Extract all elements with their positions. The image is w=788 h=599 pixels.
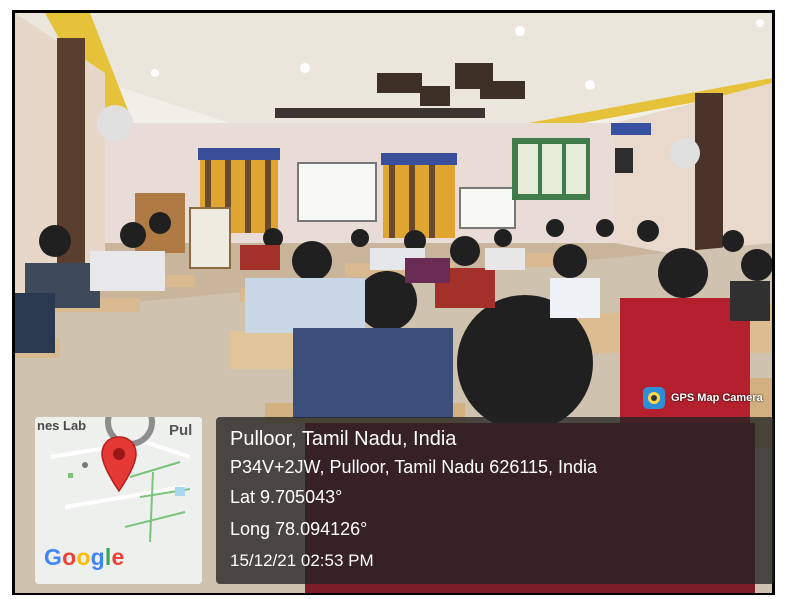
place-name: Pulloor, Tamil Nadu, India [230,428,457,450]
full-address: P34V+2JW, Pulloor, Tamil Nadu 626115, In… [230,457,598,477]
map-label-right: Pul [169,422,193,439]
map-thumbnail: nes Lab Pul Google [35,417,202,584]
gps-camera-icon [643,387,665,409]
location-pin-icon [101,436,137,493]
timestamp: 15/12/21 02:53 PM [230,551,374,570]
gps-map-camera-badge: GPS Map Camera [643,386,763,410]
map-label-left: nes Lab [37,418,87,433]
latitude: Lat 9.705043° [230,487,343,507]
longitude: Long 78.094126° [230,519,368,539]
camera-badge-label: GPS Map Camera [671,392,763,404]
location-info-panel: Pulloor, Tamil Nadu, India P34V+2JW, Pul… [216,417,774,584]
google-logo: Google [44,544,125,570]
